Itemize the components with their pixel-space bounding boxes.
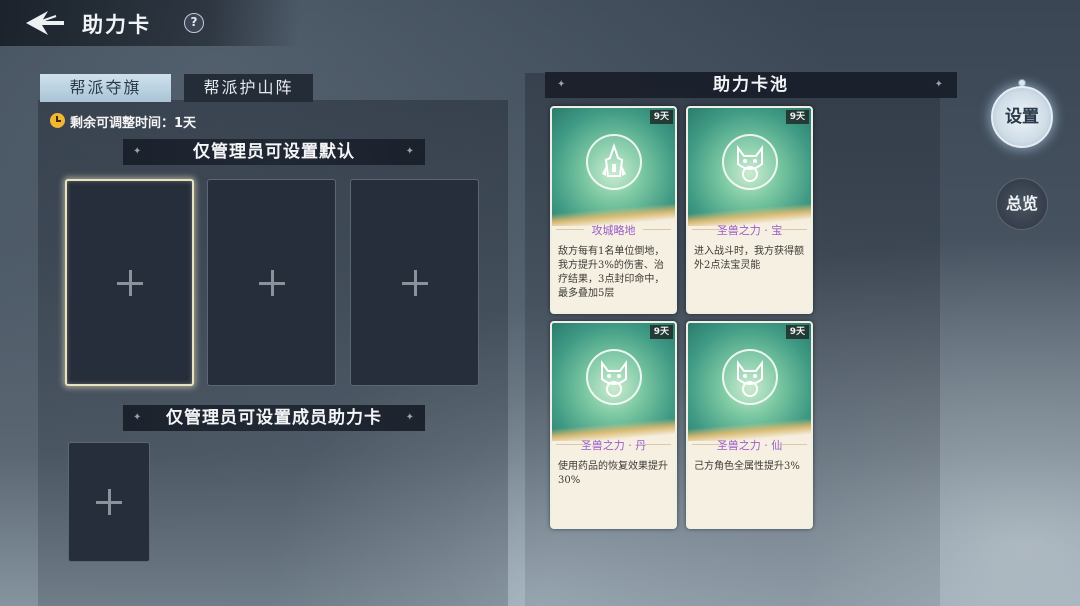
card-description: 敌方每有1名单位倒地，我方提升3%的伤害、治疗结果，3点封印命中，最多叠加5层 — [558, 246, 665, 299]
card-duration-badge: 9天 — [649, 325, 673, 339]
tower-icon — [586, 134, 642, 190]
card-name: 攻城略地 — [552, 222, 675, 238]
overview-button[interactable]: 总览 — [996, 178, 1048, 230]
star-ornament-icon: ✦ — [934, 79, 945, 90]
member-section-header: ✦ 仅管理员可设置成员助力卡 ✦ — [123, 405, 425, 431]
card-duration-badge: 9天 — [649, 110, 673, 124]
plus-icon — [401, 269, 428, 296]
beast-icon — [722, 349, 778, 405]
assist-card[interactable]: 9天 圣兽之力 · 丹 使用药品的恢复效果提升30% — [550, 321, 677, 529]
beast-icon — [586, 349, 642, 405]
default-section-title: 仅管理员可设置默认 — [193, 142, 355, 162]
card-pool-title: 助力卡池 — [713, 75, 789, 95]
settings-button[interactable]: 设置 — [991, 86, 1053, 148]
card-duration-badge: 9天 — [785, 110, 809, 124]
star-ornament-icon: ✦ — [557, 79, 568, 90]
back-button[interactable] — [22, 8, 66, 38]
page-title: 助力卡 — [82, 13, 151, 37]
assist-card[interactable]: 9天 圣兽之力 · 宝 进入战斗时，我方获得额外2点法宝灵能 — [686, 106, 813, 314]
clock-icon — [50, 113, 65, 128]
default-card-slot-3[interactable] — [350, 179, 479, 386]
member-section-title: 仅管理员可设置成员助力卡 — [166, 408, 382, 428]
beast-icon — [722, 134, 778, 190]
assist-card[interactable]: 9天 圣兽之力 · 仙 己方角色全属性提升3% — [686, 321, 813, 529]
card-description: 进入战斗时，我方获得额外2点法宝灵能 — [694, 246, 804, 271]
card-description: 己方角色全属性提升3% — [694, 461, 800, 472]
remaining-time-text: 剩余可调整时间：1天 — [70, 116, 197, 131]
member-card-slot[interactable] — [68, 442, 150, 562]
star-ornament-icon: ✦ — [405, 412, 415, 423]
card-duration-badge: 9天 — [785, 325, 809, 339]
card-name: 圣兽之力 · 丹 — [552, 437, 675, 453]
tab-guild-mountain-guard[interactable]: 帮派护山阵 — [184, 74, 313, 102]
help-button[interactable]: ? — [184, 13, 204, 33]
default-card-slot-2[interactable] — [207, 179, 336, 386]
assist-card[interactable]: 9天 攻城略地 敌方每有1名单位倒地，我方提升3%的伤害、治疗结果，3点封印命中… — [550, 106, 677, 314]
card-description: 使用药品的恢复效果提升30% — [558, 461, 668, 486]
back-arrow-icon — [26, 11, 64, 35]
star-ornament-icon: ✦ — [133, 146, 143, 157]
plus-icon — [258, 269, 285, 296]
plus-icon — [116, 269, 143, 296]
plus-icon — [96, 489, 122, 515]
default-section-header: ✦ 仅管理员可设置默认 ✦ — [123, 139, 425, 165]
default-card-slot-1[interactable] — [65, 179, 194, 386]
card-name: 圣兽之力 · 仙 — [688, 437, 811, 453]
star-ornament-icon: ✦ — [133, 412, 143, 423]
star-ornament-icon: ✦ — [405, 146, 415, 157]
card-name: 圣兽之力 · 宝 — [688, 222, 811, 238]
card-pool-header: ✦ 助力卡池 ✦ — [545, 72, 957, 98]
tab-guild-flag[interactable]: 帮派夺旗 — [40, 74, 171, 102]
